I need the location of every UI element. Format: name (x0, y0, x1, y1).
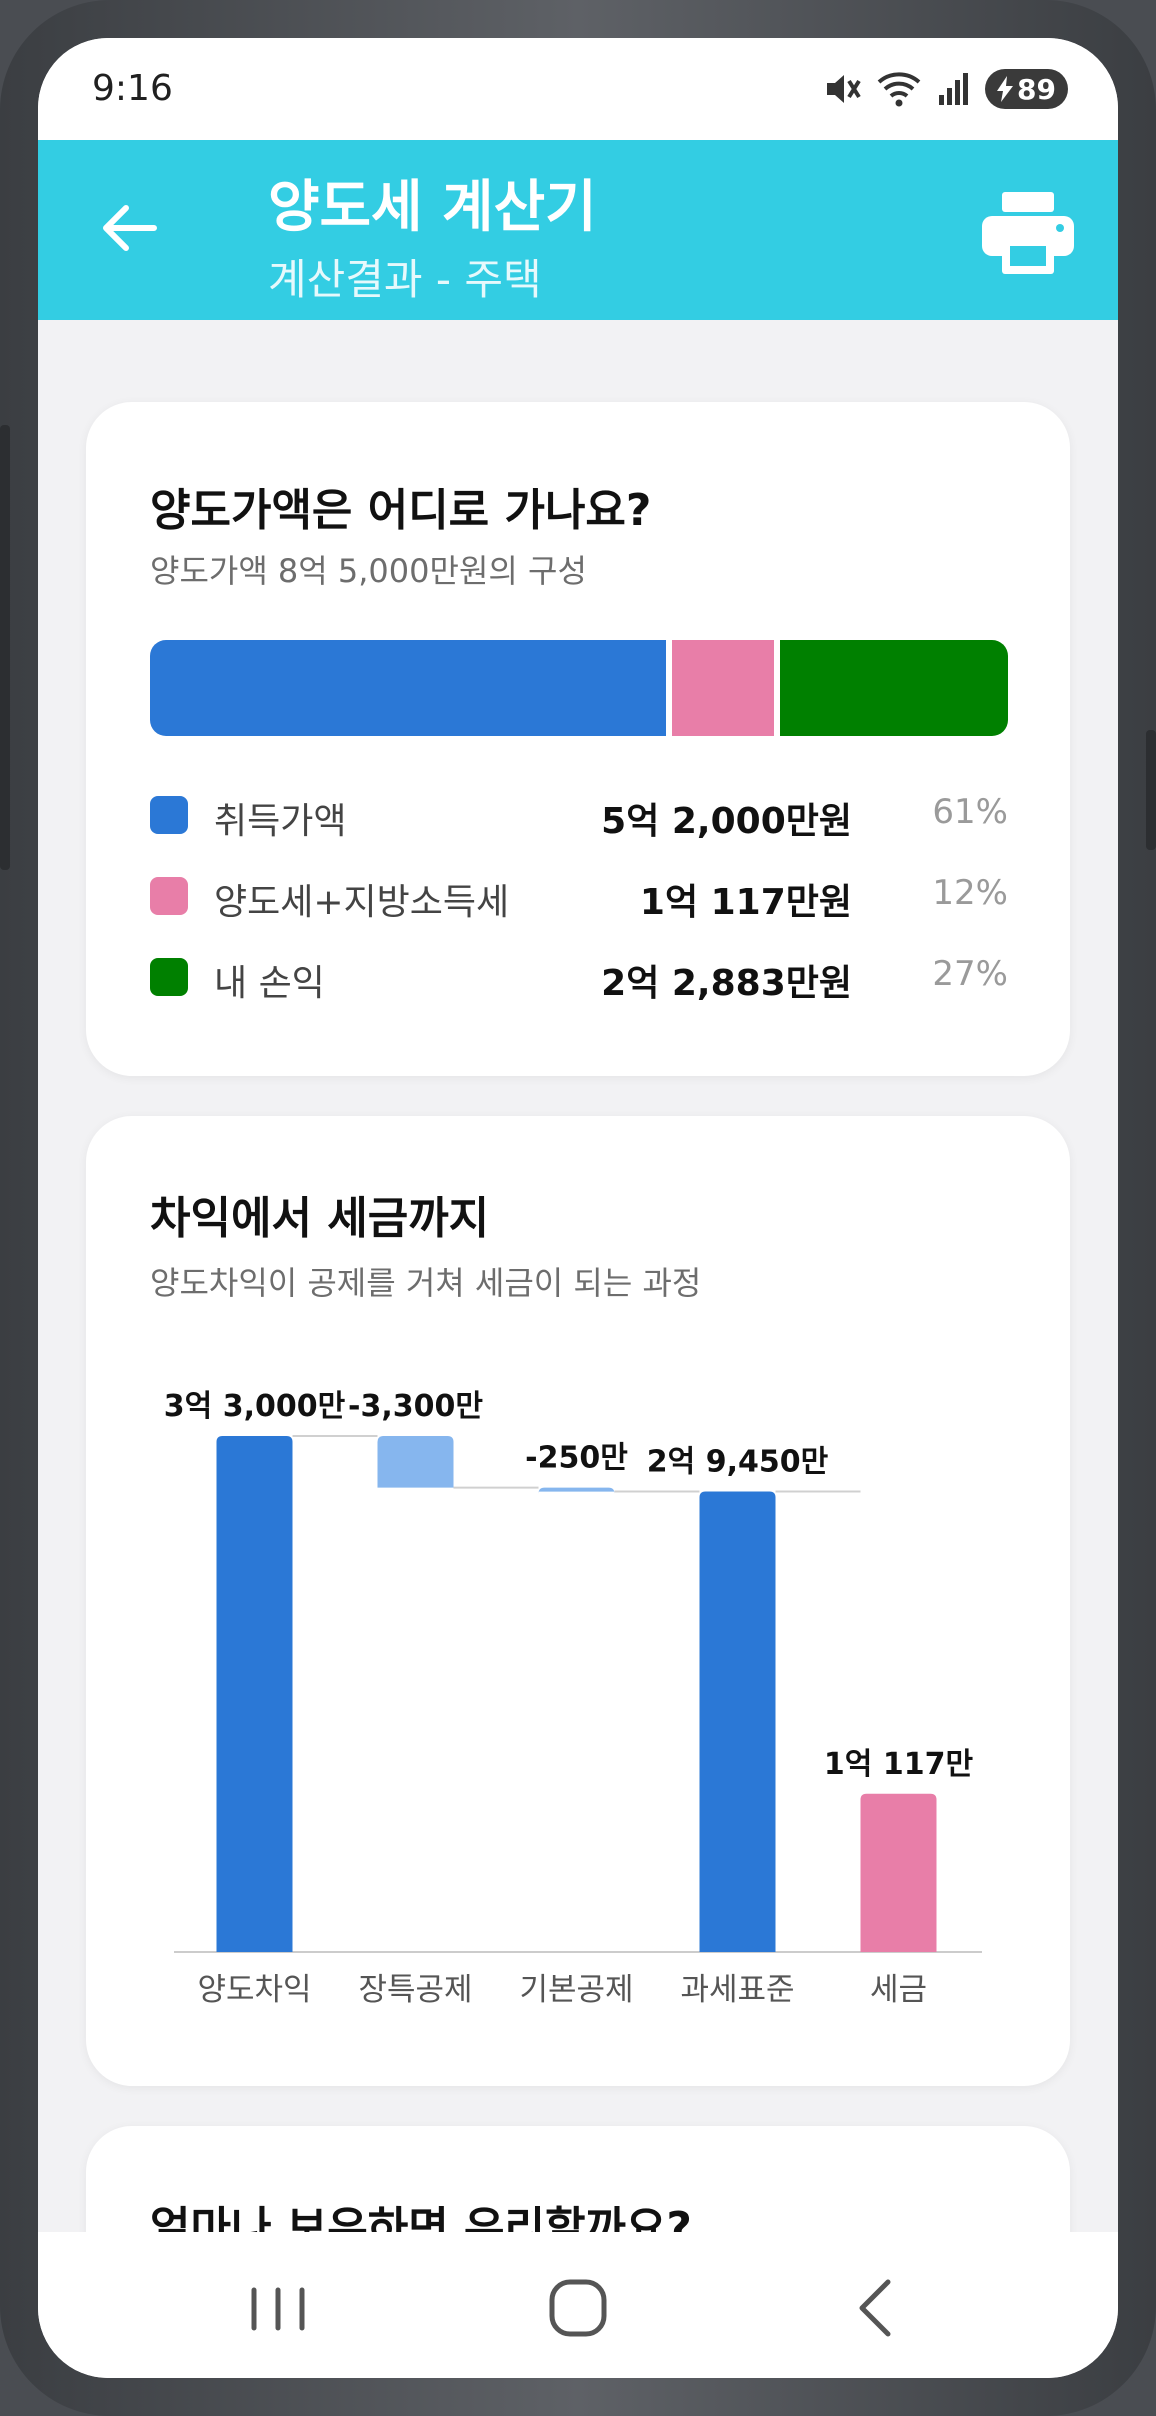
status-bar: 9:16 89 (38, 38, 1118, 140)
waterfall-bar (860, 1793, 937, 1952)
bar-value-label: 2억 9,450만 (647, 1445, 829, 1480)
bar-value-label: 1억 117만 (824, 1747, 974, 1782)
x-tick-label: 세금 (870, 1972, 927, 2008)
signal-icon (939, 73, 969, 105)
waterfall-bar (538, 1487, 615, 1494)
stack-segment-tax (672, 640, 774, 736)
legend-percent: 61% (932, 792, 1008, 832)
legend-swatch (150, 958, 188, 996)
composition-subtitle: 양도가액 8억 5,000만원의 구성 (150, 552, 587, 590)
side-button-right (1146, 730, 1156, 850)
bar-value-label: -250만 (525, 1441, 628, 1476)
legend-percent: 12% (932, 873, 1008, 913)
bar-value-label: -3,300만 (348, 1389, 483, 1424)
legend-amount: 2억 2,883만원 (601, 963, 852, 1004)
bar-value-label: 3억 3,000만 (164, 1389, 346, 1424)
home-icon[interactable] (538, 2272, 618, 2342)
holding-period-title: 얼마나 보유하면 유리할까요? (150, 2203, 692, 2232)
charging-icon (997, 76, 1014, 102)
side-button-left (0, 425, 10, 870)
scroll-content[interactable]: 양도가액은 어디로 가나요? 양도가액 8억 5,000만원의 구성 취득가액 … (38, 320, 1118, 2232)
phone-screen: 9:16 89 양도세 계산기 계산결과 - 주택 양도가액은 어디로 가나요?… (38, 38, 1118, 2378)
legend-swatch (150, 796, 188, 834)
page-subtitle: 계산결과 - 주택 (268, 255, 542, 304)
legend-row-profit: 내 손익 2억 2,883만원 27% (150, 950, 1008, 1006)
app-bar: 양도세 계산기 계산결과 - 주택 (38, 140, 1118, 320)
x-tick-label: 과세표준 (680, 1972, 794, 2008)
page-title: 양도세 계산기 (268, 175, 597, 240)
x-tick-label: 장특공제 (358, 1972, 472, 2008)
x-tick-label: 양도차익 (197, 1972, 311, 2008)
legend-amount: 1억 117만원 (639, 882, 852, 923)
battery-level: 89 (1017, 72, 1056, 106)
composition-title: 양도가액은 어디로 가나요? (150, 485, 652, 536)
legend-label: 취득가액 (214, 801, 347, 842)
legend-swatch (150, 877, 188, 915)
legend-amount: 5억 2,000만원 (601, 801, 852, 842)
waterfall-chart: 3억 3,000만양도차익 -3,300만장특공제 -250만기본공제 2억 9,45… (164, 1389, 982, 2008)
waterfall-card: 차익에서 세금까지 양도차익이 공제를 거쳐 세금이 되는 과정 3억 3,00… (86, 1116, 1070, 2086)
battery-indicator: 89 (985, 69, 1068, 109)
waterfall-bar (216, 1436, 293, 1952)
composition-card: 양도가액은 어디로 가나요? 양도가액 8억 5,000만원의 구성 취득가액 … (86, 402, 1070, 1076)
status-icons: 89 (825, 68, 1068, 110)
back-nav-icon[interactable] (838, 2272, 918, 2342)
print-icon[interactable] (982, 192, 1074, 274)
stack-segment-acquisition (150, 640, 667, 736)
wifi-icon (877, 72, 921, 107)
legend-percent: 27% (932, 954, 1008, 994)
legend-row-tax: 양도세+지방소득세 1억 117만원 12% (150, 869, 1008, 925)
system-nav-bar (38, 2232, 1118, 2378)
holding-period-card: 얼마나 보유하면 유리할까요? (86, 2126, 1070, 2232)
status-time: 9:16 (92, 68, 173, 109)
waterfall-bar (699, 1491, 776, 1952)
legend-row-acquisition: 취득가액 5억 2,000만원 61% (150, 788, 1008, 844)
back-arrow-icon[interactable] (98, 198, 158, 258)
mute-icon (827, 75, 861, 103)
legend-label: 내 손익 (214, 963, 325, 1004)
stack-segment-profit (779, 640, 1008, 736)
x-tick-label: 기본공제 (519, 1972, 633, 2008)
legend-label: 양도세+지방소득세 (214, 882, 510, 923)
waterfall-bar (377, 1436, 454, 1488)
composition-stacked-bar (150, 640, 1008, 736)
recent-apps-icon[interactable] (238, 2272, 318, 2342)
